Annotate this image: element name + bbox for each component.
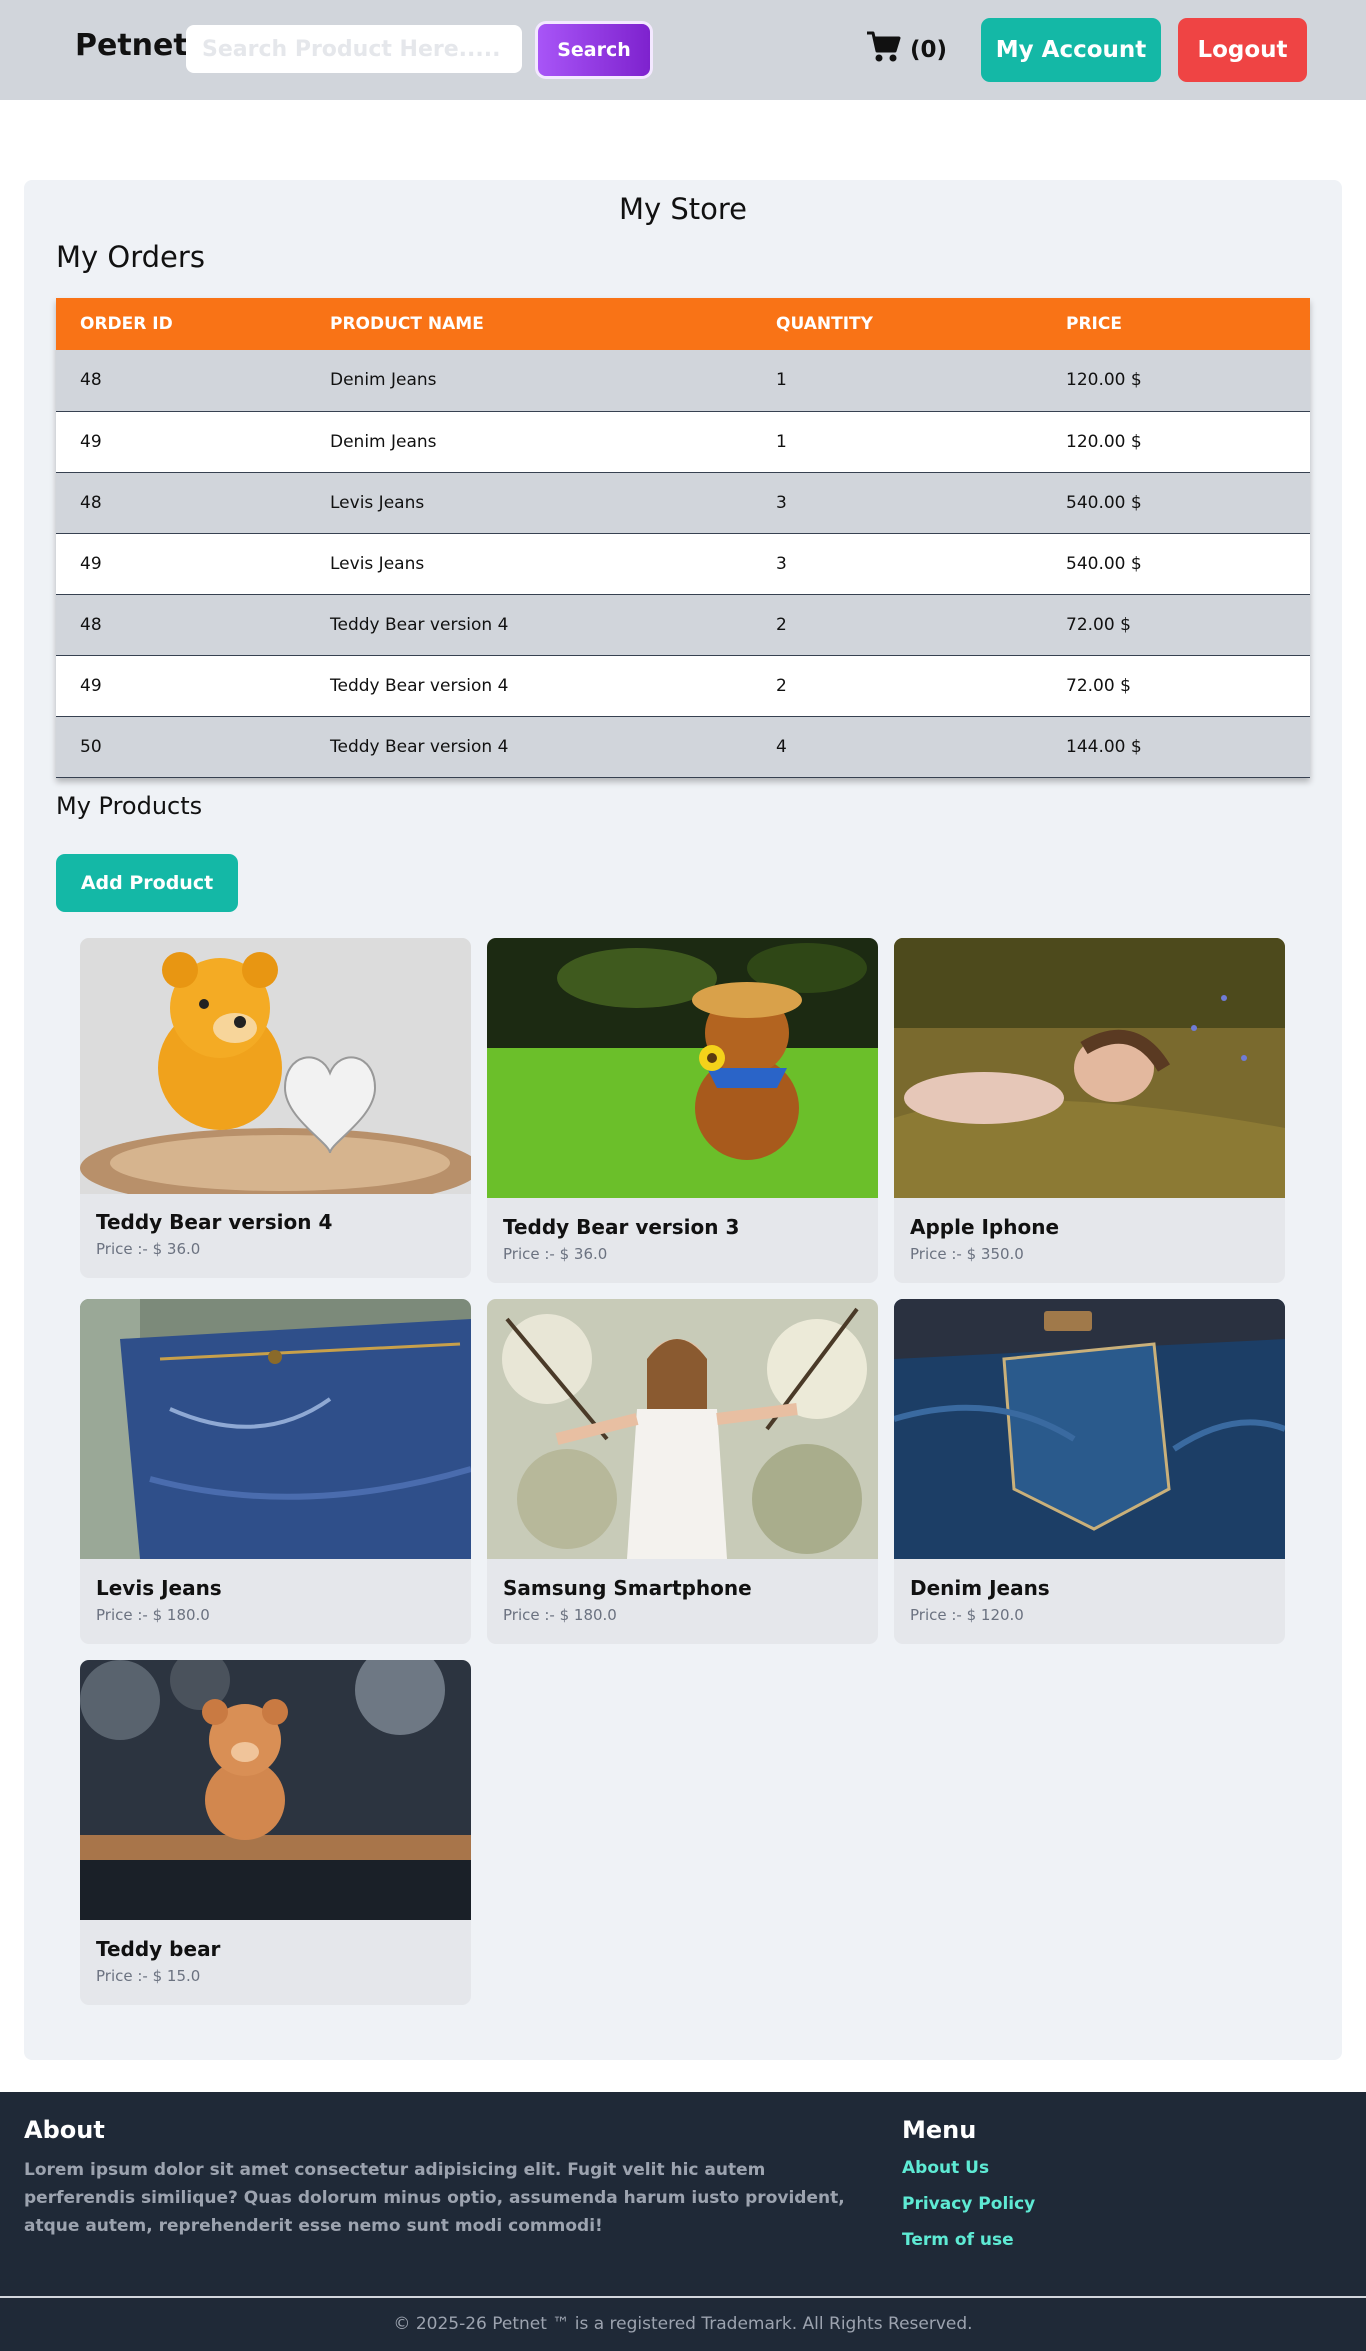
footer-copyright: © 2025-26 Petnet ™ is a registered Trade…	[0, 2296, 1366, 2351]
jeans-pocket-photo	[894, 1299, 1285, 1559]
footer-about-text: Lorem ipsum dolor sit amet consectetur a…	[24, 2160, 845, 2236]
product-price: Price :- $ 120.0	[910, 1606, 1024, 1624]
product-name-cell: Denim Jeans	[330, 350, 776, 412]
product-name[interactable]: Apple Iphone	[910, 1215, 1059, 1239]
price-cell: 120.00 $	[1066, 350, 1310, 412]
product-price: Price :- $ 180.0	[96, 1606, 210, 1624]
quantity-cell: 2	[776, 594, 1066, 656]
table-row: 48 Levis Jeans 3 540.00 $	[56, 472, 1310, 534]
quantity-cell: 1	[776, 411, 1066, 473]
order-id-link[interactable]: 49	[56, 655, 330, 717]
product-card[interactable]: Levis Jeans Price :- $ 180.0	[80, 1299, 471, 1644]
price-cell: 144.00 $	[1066, 716, 1310, 778]
teddy-bear-grass-photo	[487, 938, 878, 1198]
brand-logo[interactable]: Petnet	[75, 28, 188, 63]
table-row: 48 Denim Jeans 1 120.00 $	[56, 350, 1310, 412]
product-name[interactable]: Teddy bear	[96, 1937, 220, 1961]
product-price: Price :- $ 36.0	[96, 1240, 201, 1258]
column-header-price: PRICE	[1066, 314, 1122, 334]
product-card[interactable]: Teddy Bear version 4 Price :- $ 36.0	[80, 938, 471, 1278]
product-card[interactable]: Teddy bear Price :- $ 15.0	[80, 1660, 471, 2005]
price-cell: 72.00 $	[1066, 594, 1310, 656]
table-row: 49 Levis Jeans 3 540.00 $	[56, 533, 1310, 595]
quantity-cell: 2	[776, 655, 1066, 717]
woman-blossoms-photo	[487, 1299, 878, 1559]
products-heading: My Products	[56, 792, 203, 820]
teddy-bear-heart-photo	[80, 938, 471, 1194]
product-price: Price :- $ 180.0	[503, 1606, 617, 1624]
price-cell: 72.00 $	[1066, 655, 1310, 717]
column-header-product-name: PRODUCT NAME	[330, 314, 484, 334]
page-title: My Store	[618, 192, 748, 226]
product-price: Price :- $ 36.0	[503, 1245, 608, 1263]
my-account-button[interactable]: My Account	[981, 18, 1161, 82]
footer-link-privacy-policy[interactable]: Privacy Policy	[902, 2194, 1035, 2214]
product-name[interactable]: Teddy Bear version 4	[96, 1210, 332, 1234]
product-name-cell: Denim Jeans	[330, 411, 776, 473]
product-price: Price :- $ 15.0	[96, 1967, 201, 1985]
footer-menu-heading: Menu	[902, 2116, 977, 2144]
column-header-quantity: QUANTITY	[776, 314, 873, 334]
product-card[interactable]: Samsung Smartphone Price :- $ 180.0	[487, 1299, 878, 1644]
footer-link-about-us[interactable]: About Us	[902, 2158, 989, 2178]
teddy-bear-shelf-photo	[80, 1660, 471, 1920]
order-id-link[interactable]: 49	[56, 533, 330, 595]
quantity-cell: 3	[776, 472, 1066, 534]
orders-table-header: ORDER ID PRODUCT NAME QUANTITY PRICE	[56, 298, 1310, 350]
product-name[interactable]: Denim Jeans	[910, 1576, 1050, 1600]
footer: About Lorem ipsum dolor sit amet consect…	[0, 2092, 1366, 2351]
product-name[interactable]: Teddy Bear version 3	[503, 1215, 739, 1239]
order-id-link[interactable]: 49	[56, 411, 330, 473]
logout-button[interactable]: Logout	[1178, 18, 1307, 82]
orders-table: ORDER ID PRODUCT NAME QUANTITY PRICE 48 …	[56, 298, 1310, 778]
order-id-link[interactable]: 48	[56, 350, 330, 412]
product-name[interactable]: Levis Jeans	[96, 1576, 222, 1600]
cart-icon	[866, 30, 902, 70]
product-name-cell: Levis Jeans	[330, 472, 776, 534]
product-name-cell: Teddy Bear version 4	[330, 716, 776, 778]
table-row: 48 Teddy Bear version 4 2 72.00 $	[56, 594, 1310, 656]
table-row: 50 Teddy Bear version 4 4 144.00 $	[56, 716, 1310, 778]
product-name-cell: Teddy Bear version 4	[330, 594, 776, 656]
quantity-cell: 4	[776, 716, 1066, 778]
product-name[interactable]: Samsung Smartphone	[503, 1576, 752, 1600]
woman-grass-photo	[894, 938, 1285, 1198]
jeans-closeup-photo	[80, 1299, 471, 1559]
store-panel: My Store My Orders ORDER ID PRODUCT NAME…	[24, 180, 1342, 2060]
order-id-link[interactable]: 50	[56, 716, 330, 778]
footer-about-heading: About	[24, 2116, 105, 2144]
top-navbar: Petnet Search (0) My Account Logout	[0, 0, 1366, 100]
product-card[interactable]: Denim Jeans Price :- $ 120.0	[894, 1299, 1285, 1644]
add-product-button[interactable]: Add Product	[56, 854, 238, 912]
order-id-link[interactable]: 48	[56, 472, 330, 534]
table-row: 49 Denim Jeans 1 120.00 $	[56, 411, 1310, 473]
orders-heading: My Orders	[56, 240, 205, 274]
search-input[interactable]	[186, 25, 522, 73]
cart-link[interactable]: (0)	[866, 30, 947, 70]
search-button[interactable]: Search	[538, 24, 650, 76]
cart-count: (0)	[910, 37, 948, 63]
product-price: Price :- $ 350.0	[910, 1245, 1024, 1263]
quantity-cell: 3	[776, 533, 1066, 595]
product-card[interactable]: Apple Iphone Price :- $ 350.0	[894, 938, 1285, 1283]
price-cell: 120.00 $	[1066, 411, 1310, 473]
price-cell: 540.00 $	[1066, 472, 1310, 534]
quantity-cell: 1	[776, 350, 1066, 412]
column-header-order-id: ORDER ID	[80, 314, 173, 334]
product-card[interactable]: Teddy Bear version 3 Price :- $ 36.0	[487, 938, 878, 1283]
table-row: 49 Teddy Bear version 4 2 72.00 $	[56, 655, 1310, 717]
product-name-cell: Levis Jeans	[330, 533, 776, 595]
product-name-cell: Teddy Bear version 4	[330, 655, 776, 717]
order-id-link[interactable]: 48	[56, 594, 330, 656]
footer-link-terms-of-use[interactable]: Term of use	[902, 2230, 1014, 2250]
price-cell: 540.00 $	[1066, 533, 1310, 595]
